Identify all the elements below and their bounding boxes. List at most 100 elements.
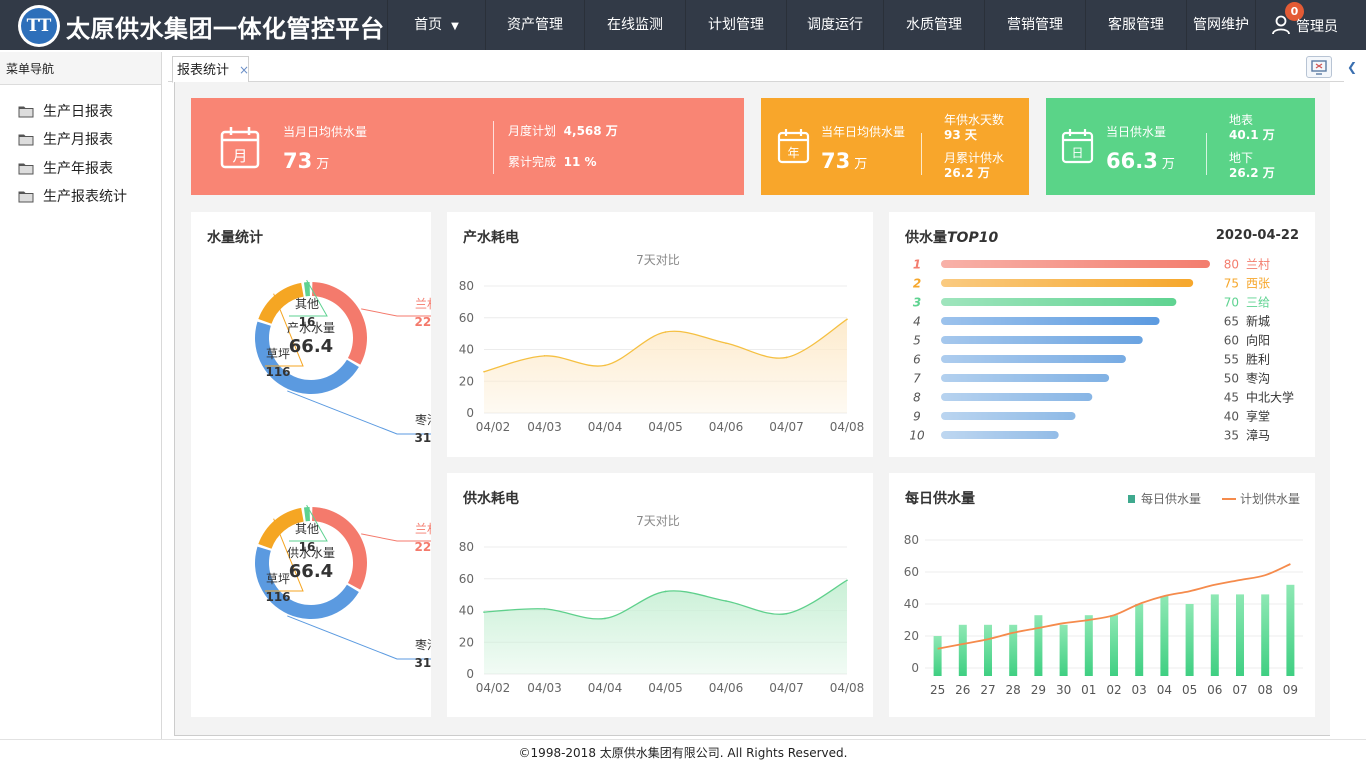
daily-supply-bar <box>1286 584 1295 676</box>
folder-icon <box>18 106 34 117</box>
fullscreen-button[interactable] <box>1306 56 1332 78</box>
top10-panel: 供水量TOP10 2020-04-22 1 80 兰村 2 75 西张 3 70 三给 4 65 新城… <box>889 212 1315 457</box>
bar-category-label: 漳马 <box>1246 428 1270 443</box>
y-tick-label: 80 <box>459 279 474 293</box>
sidebar-item-daily-report[interactable]: 生产日报表 <box>18 101 113 121</box>
bar-category-label: 枣沟 <box>1246 372 1270 386</box>
slice-value-label: 311 <box>414 656 431 670</box>
top10-bar <box>941 317 1160 325</box>
collapse-panel-icon[interactable]: ❮ <box>1347 60 1357 74</box>
rank-label: 1 <box>913 258 921 272</box>
x-tick-label: 04/03 <box>527 420 562 434</box>
nav-assets[interactable]: 资产管理 <box>485 0 584 50</box>
production-donut-chart: 兰村221枣沟311草坪116其他16产水水量66.4 <box>255 279 431 445</box>
close-icon[interactable]: × <box>239 57 249 84</box>
daily-supply-bar <box>1110 615 1118 676</box>
daily-supply-bar <box>933 636 942 676</box>
daily-supply-bar <box>1059 624 1068 676</box>
daily-label: 当日供水量 <box>1106 125 1167 139</box>
sidebar-item-monthly-report[interactable]: 生产月报表 <box>18 129 113 149</box>
nav-customer-service[interactable]: 客服管理 <box>1085 0 1186 50</box>
daily-supply-bar <box>1261 594 1270 676</box>
sidebar-item-report-statistics[interactable]: 生产报表统计 <box>18 186 127 206</box>
daily-supply-bar <box>1135 604 1144 676</box>
bar-value-label: 40 <box>1224 410 1239 424</box>
legend-bar-label: 每日供水量 <box>1141 491 1201 506</box>
y-tick-label: 60 <box>459 572 474 586</box>
monthly-plan: 月度计划 4,568 万 <box>508 124 618 138</box>
slice-name-label: 枣沟 <box>415 638 431 652</box>
nav-pipe-maintenance[interactable]: 管网维护 <box>1186 0 1255 50</box>
x-tick-label: 27 <box>980 683 995 697</box>
rank-label: 6 <box>913 353 921 367</box>
nav-home[interactable]: 首页 ▼ <box>387 0 485 50</box>
bar-value-label: 70 <box>1224 296 1239 310</box>
data-point <box>725 600 727 602</box>
data-point <box>604 617 606 620</box>
daily-supply-chart: 0 20 40 60 80 25 26 27 28 29 30 01 02 03 04 05 06 07 08 09 每… <box>904 491 1303 697</box>
yearly-supply-days: 年供水天数 93 天 <box>944 113 1005 142</box>
slice-leader-line <box>287 615 431 660</box>
tab-label: 报表统计 <box>177 63 230 78</box>
folder-icon <box>18 191 34 202</box>
x-tick-label: 04/08 <box>830 681 865 695</box>
daily-supply-card: 日 当日供水量 66.3 万 地表 40.1 万 地下 26.2 万 <box>1046 98 1315 195</box>
svg-text:月: 月 <box>232 147 247 165</box>
data-point <box>725 342 727 344</box>
yearly-label: 当年日均供水量 <box>821 125 906 139</box>
nav-monitoring[interactable]: 在线监测 <box>584 0 685 50</box>
chevron-down-icon: ▼ <box>451 21 459 32</box>
top10-bar <box>941 355 1126 363</box>
monthly-completion: 累计完成 11 % <box>508 155 597 169</box>
chart-subtitle: 7天对比 <box>636 253 680 267</box>
x-tick-label: 03 <box>1132 683 1147 697</box>
x-tick-label: 04/07 <box>769 681 804 695</box>
x-tick-label: 04/04 <box>588 420 623 434</box>
nav-water-quality[interactable]: 水质管理 <box>883 0 984 50</box>
sidebar-item-yearly-report[interactable]: 生产年报表 <box>18 158 113 178</box>
folder-icon <box>18 163 34 174</box>
y-tick-label: 80 <box>459 540 474 554</box>
bar-category-label: 新城 <box>1246 314 1270 329</box>
x-tick-label: 04/02 <box>476 681 511 695</box>
x-tick-label: 28 <box>1006 683 1021 697</box>
x-tick-label: 01 <box>1081 683 1096 697</box>
top10-bar <box>941 298 1177 306</box>
y-tick-label: 0 <box>466 406 474 420</box>
rank-label: 4 <box>913 315 921 329</box>
user-menu[interactable]: 0 管理员 <box>1255 0 1366 50</box>
daily-supply-bar <box>984 624 992 676</box>
sidebar-item-label: 生产日报表 <box>43 104 113 120</box>
donut-center-value: 66.4 <box>289 336 333 357</box>
bar-value-label: 60 <box>1224 334 1239 348</box>
slice-value-label: 221 <box>414 540 431 554</box>
y-tick-label: 20 <box>904 629 919 643</box>
top10-bar-chart: 1 80 兰村 2 75 西张 3 70 三给 4 65 新城 5 60 向阳 6 55 胜利 7 50 枣沟 8 45 中北… <box>909 258 1294 443</box>
calendar-year-icon: 年 <box>777 129 810 164</box>
slice-name-label: 兰村 <box>415 297 431 311</box>
donut-center-value: 66.4 <box>289 561 333 582</box>
x-tick-label: 04/03 <box>527 681 562 695</box>
rank-label: 9 <box>913 410 921 424</box>
area-fill <box>484 580 847 674</box>
x-tick-label: 02 <box>1106 683 1121 697</box>
slice-name-label: 草坪 <box>266 347 290 361</box>
bar-value-label: 75 <box>1224 277 1239 291</box>
data-point <box>846 579 848 582</box>
monthly-value: 73 万 <box>283 149 330 173</box>
bar-category-label: 兰村 <box>1246 258 1270 272</box>
rank-label: 3 <box>913 296 921 310</box>
nav-marketing[interactable]: 营销管理 <box>984 0 1085 50</box>
tab-report-statistics[interactable]: 报表统计 × <box>172 56 249 83</box>
data-point <box>483 611 485 613</box>
data-point <box>483 370 485 373</box>
legend-line-label: 计划供水量 <box>1240 492 1300 506</box>
x-tick-label: 04/08 <box>830 420 865 434</box>
y-tick-label: 0 <box>466 667 474 681</box>
rank-label: 5 <box>913 334 921 348</box>
y-tick-label: 60 <box>459 311 474 325</box>
supply-power-chart: 7天对比 0 20 40 60 80 04/02 04/03 04/04 04/05 04/06 04… <box>459 514 865 695</box>
nav-planning[interactable]: 计划管理 <box>685 0 786 50</box>
water-volume-panel: 水量统计 兰村221枣沟311草坪116其他16产水水量66.4 兰村221枣沟… <box>191 212 431 717</box>
nav-dispatch[interactable]: 调度运行 <box>786 0 883 50</box>
